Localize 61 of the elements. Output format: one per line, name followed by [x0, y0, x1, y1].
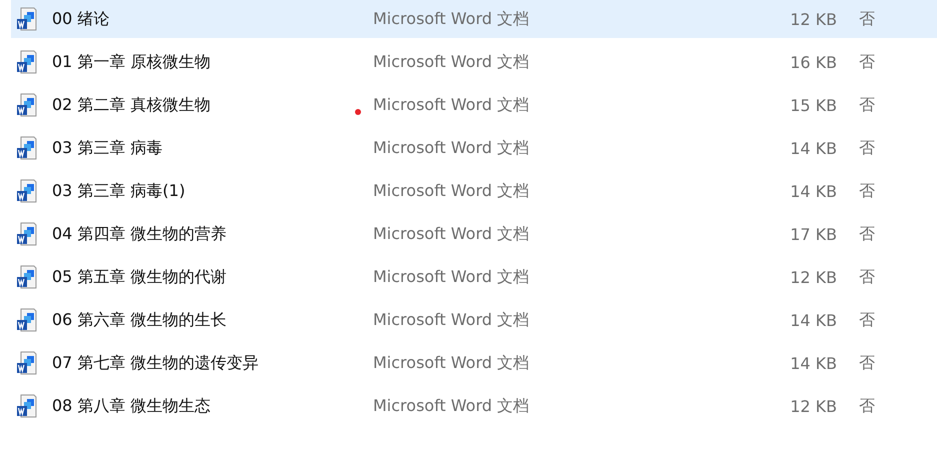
table-cell-text: 否	[858, 396, 876, 416]
file-type: Microsoft Word 文档	[373, 8, 530, 30]
file-size: 12 KB	[789, 10, 837, 28]
file-type: Microsoft Word 文档	[373, 352, 530, 374]
file-name: 02 第二章 真核微生物	[52, 94, 211, 116]
file-row[interactable]: 05 第五章 微生物的代谢 Microsoft Word 文档 12 KB 否	[11, 258, 937, 296]
file-row[interactable]: 06 第六章 微生物的生长 Microsoft Word 文档 14 KB 否	[11, 301, 937, 339]
file-type: Microsoft Word 文档	[373, 396, 530, 416]
word-document-icon	[16, 179, 38, 203]
file-name: 04 第四章 微生物的营养	[52, 224, 227, 244]
word-document-icon	[16, 93, 38, 117]
word-document-icon	[16, 308, 38, 332]
file-row[interactable]: 04 第四章 微生物的营养 Microsoft Word 文档 17 KB 否	[11, 215, 937, 253]
word-document-icon	[16, 394, 38, 418]
file-type: Microsoft Word 文档	[373, 138, 530, 158]
word-document-icon	[16, 50, 38, 74]
table-cell-text: 否	[858, 180, 876, 202]
file-name: 08 第八章 微生物生态	[52, 396, 211, 416]
file-name: 01 第一章 原核微生物	[52, 52, 211, 72]
word-document-icon	[16, 136, 38, 160]
table-cell-text: 否	[858, 8, 876, 30]
table-cell-text: 否	[858, 52, 876, 72]
table-cell-text: 否	[858, 310, 876, 330]
dot-mark	[355, 109, 361, 115]
table-cell-text: 否	[858, 138, 876, 158]
file-size: 12 KB	[789, 268, 837, 286]
file-row[interactable]: 00 绪论 Microsoft Word 文档 12 KB 否	[11, 0, 937, 38]
file-type: Microsoft Word 文档	[373, 180, 530, 202]
file-size: 17 KB	[789, 224, 837, 244]
file-size: 14 KB	[789, 310, 837, 330]
file-row[interactable]: 03 第三章 病毒(1) Microsoft Word 文档 14 KB 否	[11, 172, 937, 210]
table-cell-text: 否	[858, 224, 876, 244]
file-size: 14 KB	[789, 138, 837, 158]
file-name: 03 第三章 病毒	[52, 138, 163, 158]
file-size: 12 KB	[789, 396, 837, 416]
file-name: 06 第六章 微生物的生长	[52, 310, 227, 330]
file-row[interactable]: 01 第一章 原核微生物 Microsoft Word 文档 16 KB 否	[11, 43, 937, 81]
file-row[interactable]: 08 第八章 微生物生态 Microsoft Word 文档 12 KB 否	[11, 387, 937, 425]
file-type: Microsoft Word 文档	[373, 94, 530, 116]
file-type: Microsoft Word 文档	[373, 52, 530, 72]
table-cell-text: 否	[858, 266, 876, 288]
word-document-icon	[16, 265, 38, 289]
file-name: 03 第三章 病毒(1)	[52, 180, 186, 202]
file-size: 14 KB	[789, 182, 837, 200]
file-type: Microsoft Word 文档	[373, 224, 530, 244]
word-document-icon	[16, 351, 38, 375]
word-document-icon	[16, 222, 38, 246]
file-size: 14 KB	[789, 354, 837, 372]
table-cell-text: 否	[858, 352, 876, 374]
file-row[interactable]: 07 第七章 微生物的遗传变异 Microsoft Word 文档 14 KB 否	[11, 344, 937, 382]
word-document-icon	[16, 7, 38, 31]
file-type: Microsoft Word 文档	[373, 266, 530, 288]
table-cell-text: 否	[858, 94, 876, 116]
file-size: 16 KB	[789, 52, 837, 72]
file-name: 07 第七章 微生物的遗传变异	[52, 352, 259, 374]
file-row[interactable]: 02 第二章 真核微生物 Microsoft Word 文档 15 KB 否	[11, 86, 937, 124]
file-type: Microsoft Word 文档	[373, 310, 530, 330]
file-size: 15 KB	[789, 96, 837, 114]
file-name: 05 第五章 微生物的代谢	[52, 266, 227, 288]
file-row[interactable]: 03 第三章 病毒 Microsoft Word 文档 14 KB 否	[11, 129, 937, 167]
file-name: 00 绪论	[52, 8, 110, 30]
